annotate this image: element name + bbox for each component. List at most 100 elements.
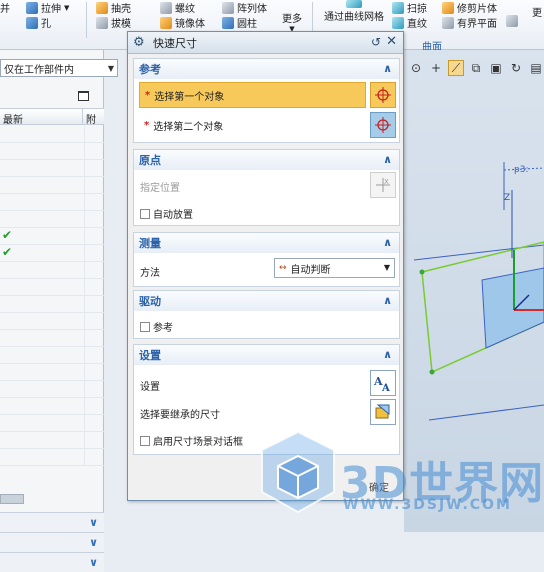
table-row[interactable] [0,330,104,347]
scene-dialog-checkbox[interactable] [140,435,150,446]
ribbon-edit-button[interactable] [506,15,518,27]
ribbon-sweep-label: 扫掠 [407,4,427,15]
table-row[interactable] [0,313,104,330]
ribbon-draft-button[interactable]: 拔模 [96,15,131,30]
section-header-origin[interactable]: 原点 ∧ [133,149,400,170]
section-header-reference[interactable]: 参考 ∧ [133,58,400,79]
line-snap-icon[interactable]: ⟋ [448,60,464,76]
table-row[interactable] [0,296,104,313]
table-row[interactable] [0,194,104,211]
navigator-section-1[interactable]: ∨ [0,512,104,532]
column-latest-header[interactable]: 最新 [3,111,23,126]
column-divider [84,228,85,245]
crosshair-select-icon [375,117,391,133]
navigator-section-3[interactable]: ∨ [0,552,104,572]
driving-reference-row[interactable]: 参考 [140,319,173,334]
section-header-measurement[interactable]: 测量 ∧ [133,232,400,253]
ribbon-cylinder-button[interactable]: 圆柱 [222,15,257,30]
ribbon-bounded-plane-button[interactable]: 有界平面 [442,15,497,30]
table-row[interactable] [0,364,104,381]
ribbon-unite-button[interactable]: 并 [0,0,10,15]
column-divider [84,296,85,313]
section-header-driving[interactable]: 驱动 ∧ [133,290,400,311]
ribbon-more-2-button[interactable]: 更 [532,4,542,19]
column-divider[interactable] [82,109,83,124]
column-divider [84,177,85,194]
inherit-icon [375,404,390,419]
scene-dialog-row[interactable]: 启用尺寸场景对话框 [140,433,243,448]
ribbon-hole-button[interactable]: 孔 [26,15,51,30]
selection-filter-dropdown[interactable]: 仅在工作部件内 ▼ [0,59,118,77]
table-row[interactable] [0,415,104,432]
ribbon-extrude-button[interactable]: 拉伸 ▼ [26,0,69,15]
select-second-object-row[interactable]: * 选择第二个对象 [139,112,366,138]
ribbon-mirror-body-button[interactable]: 镜像体 [160,15,205,30]
method-dropdown[interactable]: ↔ 自动判断 ▼ [274,258,395,278]
auto-place-row[interactable]: 自动放置 [140,206,193,221]
fit-view-icon[interactable]: ⧉ [468,60,484,76]
ribbon-sweep-button[interactable]: 扫掠 [392,0,427,15]
column-divider [84,330,85,347]
ribbon-ruled-button[interactable]: 直纹 [392,15,427,30]
chevron-up-icon[interactable]: ∧ [383,294,392,307]
auto-place-checkbox[interactable] [140,208,150,219]
ribbon-shell-button[interactable]: 抽壳 [96,0,131,15]
chevron-up-icon[interactable]: ∧ [383,348,392,361]
table-row[interactable] [0,211,104,228]
select-first-object-row[interactable]: * 选择第一个对象 [139,82,366,108]
gear-icon[interactable]: ⚙ [133,35,147,50]
table-row[interactable] [0,160,104,177]
table-row[interactable]: ✔ [0,228,104,245]
shell-icon [96,1,108,14]
table-row[interactable] [0,432,104,449]
model-scene[interactable]: p3: Z [404,150,544,450]
zoom-icon[interactable]: ▣ [488,60,504,76]
snap-point-icon[interactable]: ⊙ [408,60,424,76]
chevron-up-icon[interactable]: ∧ [383,153,392,166]
driving-reference-checkbox[interactable] [140,321,150,332]
maximize-icon[interactable] [78,91,89,101]
chevron-down-icon[interactable]: ▼ [64,4,69,12]
section-header-settings[interactable]: 设置 ∧ [133,344,400,365]
navigator-column-header: 最新 附 [0,108,104,126]
navigator-tree: ✔ ✔ [0,126,104,466]
table-row[interactable]: ✔ [0,245,104,262]
table-row[interactable] [0,126,104,143]
navigator-section-2[interactable]: ∨ [0,532,104,552]
close-icon[interactable]: ✕ [386,34,397,49]
table-row[interactable] [0,347,104,364]
ribbon-thread-button[interactable]: 螺纹 [160,0,195,15]
z-axis-label: Z [504,193,510,203]
table-row[interactable] [0,143,104,160]
table-row[interactable] [0,262,104,279]
select-second-object-button[interactable] [370,112,396,138]
text-settings-button[interactable]: A A [370,370,396,396]
table-row[interactable] [0,177,104,194]
inherit-dimension-button[interactable] [370,399,396,425]
table-row[interactable] [0,398,104,415]
crosshair-icon[interactable]: + [428,60,444,76]
chevron-down-icon: ∨ [89,556,98,569]
table-row[interactable] [0,279,104,296]
pan-icon[interactable]: ▤ [528,60,544,76]
ribbon-more-button[interactable]: 更多 ▼ [282,10,302,33]
ribbon-trim-sheet-button[interactable]: 修剪片体 [442,0,497,15]
edit-icon [506,15,518,27]
specify-location-button[interactable]: X [370,172,396,198]
vertex-point[interactable] [419,269,425,275]
ribbon-through-curve-mesh-button[interactable]: 通过曲线网格 [324,0,384,23]
horizontal-scrollbar[interactable] [0,494,24,504]
ribbon-pattern-body-button[interactable]: 阵列体 [222,0,267,15]
dialog-title-bar[interactable]: ⚙ 快速尺寸 ↺ ✕ [128,32,403,54]
vertex-point[interactable] [429,369,435,375]
table-row[interactable] [0,381,104,398]
chevron-up-icon[interactable]: ∧ [383,236,392,249]
crosshair-select-icon [375,87,391,103]
auto-place-label: 自动放置 [153,210,193,221]
column-attach-header[interactable]: 附 [86,111,96,126]
chevron-up-icon[interactable]: ∧ [383,62,392,75]
rotate-icon[interactable]: ↻ [508,60,524,76]
reset-icon[interactable]: ↺ [371,35,381,49]
select-first-object-button[interactable] [370,82,396,108]
table-row[interactable] [0,449,104,466]
